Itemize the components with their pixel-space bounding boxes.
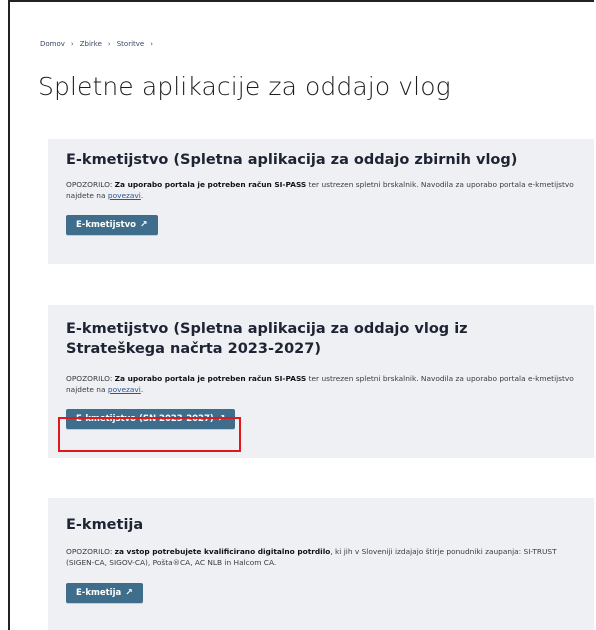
warning-bold: za vstop potrebujete kvalificirano digit… xyxy=(114,547,331,556)
card-warning-text: OPOZORILO: za vstop potrebujete kvalific… xyxy=(66,547,557,567)
breadcrumb-collections[interactable]: Zbirke xyxy=(80,40,102,48)
warning-bold: Za uporabo portala je potreben račun SI-… xyxy=(114,374,307,383)
ekmetijstvo-sn-button[interactable]: E-kmetijstvo (SN 2023-2027) ↗ xyxy=(66,409,236,429)
page-title: Spletne aplikacije za oddajo vlog xyxy=(38,72,451,101)
card-title: E-kmetijstvo (Spletna aplikacija za odda… xyxy=(66,321,468,357)
breadcrumb: Domov › Zbirke › Storitve › xyxy=(40,40,153,48)
card-ekmetija: E-kmetija OPOZORILO: za vstop potrebujet… xyxy=(48,498,594,630)
breadcrumb-services[interactable]: Storitve xyxy=(117,40,145,48)
ekmetijstvo-button[interactable]: E-kmetijstvo ↗ xyxy=(66,215,158,235)
card-ekmetijstvo: E-kmetijstvo (Spletna aplikacija za odda… xyxy=(48,139,594,264)
instructions-link[interactable]: povezavi xyxy=(108,191,141,200)
breadcrumb-separator: › xyxy=(70,40,74,48)
external-link-icon: ↗ xyxy=(217,414,226,424)
card-ekmetijstvo-sn: E-kmetijstvo (Spletna aplikacija za odda… xyxy=(48,305,594,458)
external-link-icon: ↗ xyxy=(140,220,148,230)
external-link-icon: ↗ xyxy=(125,588,133,598)
ekmetija-button[interactable]: E-kmetija ↗ xyxy=(66,583,143,603)
card-title: E-kmetija xyxy=(66,517,144,533)
instructions-link[interactable]: povezavi xyxy=(108,385,141,394)
card-warning-text: OPOZORILO: Za uporabo portala je potrebe… xyxy=(66,180,574,200)
breadcrumb-separator: › xyxy=(107,40,111,48)
breadcrumb-separator: › xyxy=(150,40,154,48)
card-warning-text: OPOZORILO: Za uporabo portala je potrebe… xyxy=(66,374,574,394)
warning-bold: Za uporabo portala je potreben račun SI-… xyxy=(114,180,307,189)
card-title: E-kmetijstvo (Spletna aplikacija za odda… xyxy=(66,152,518,168)
breadcrumb-home[interactable]: Domov xyxy=(40,40,65,48)
